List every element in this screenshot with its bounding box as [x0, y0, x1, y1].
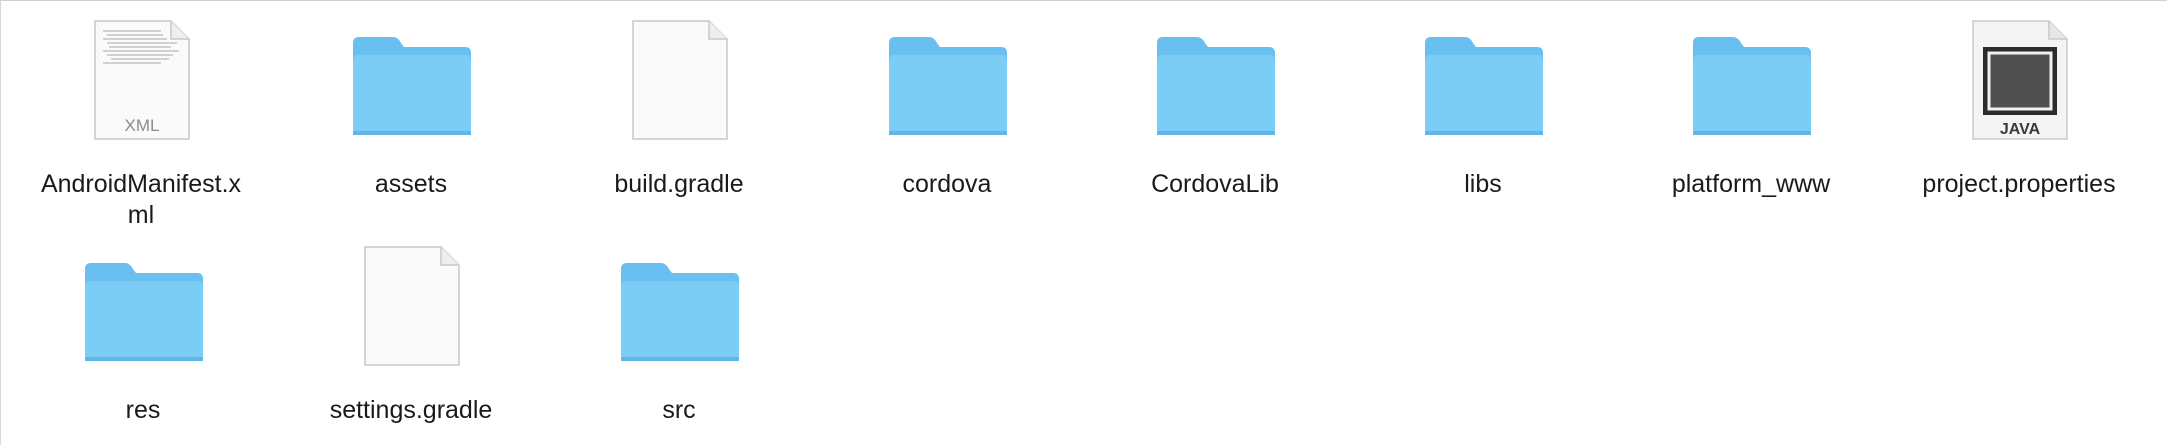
file-label: project.properties	[1922, 170, 2116, 198]
xml-document-icon: XML	[21, 17, 261, 147]
finder-icon-view: XML AndroidManifest.xml assets build.gra…	[0, 0, 2167, 445]
folder-icon	[559, 243, 799, 373]
folder-icon	[1363, 17, 1603, 147]
file-item-libs[interactable]: libs	[1363, 17, 1603, 200]
file-item-platform-www[interactable]: platform_www	[1631, 17, 1871, 200]
file-label: assets	[374, 170, 448, 198]
folder-icon	[291, 17, 531, 147]
file-item-assets[interactable]: assets	[291, 17, 531, 200]
file-label: platform_www	[1671, 170, 1831, 198]
file-label: CordovaLib	[1151, 170, 1279, 198]
file-item-res[interactable]: res	[23, 243, 263, 426]
folder-icon	[1631, 17, 1871, 147]
blank-document-icon	[559, 17, 799, 147]
java-document-icon: JAVA	[1899, 17, 2139, 147]
file-label: cordova	[902, 170, 992, 198]
file-label: build.gradle	[614, 170, 744, 198]
folder-icon	[827, 17, 1067, 147]
file-item-cordovalib[interactable]: CordovaLib	[1095, 17, 1335, 200]
file-item-settings-gradle[interactable]: settings.gradle	[291, 243, 531, 426]
file-item-build-gradle[interactable]: build.gradle	[559, 17, 799, 200]
file-label: src	[662, 396, 696, 424]
file-item-androidmanifest[interactable]: XML AndroidManifest.xml	[21, 17, 261, 231]
blank-document-icon	[291, 243, 531, 373]
file-label: AndroidManifest.xml	[40, 170, 242, 229]
file-item-src[interactable]: src	[559, 243, 799, 426]
file-label: settings.gradle	[329, 396, 493, 424]
file-item-cordova[interactable]: cordova	[827, 17, 1067, 200]
file-label: res	[125, 396, 161, 424]
folder-icon	[23, 243, 263, 373]
svg-text:XML: XML	[125, 116, 160, 135]
file-item-project-properties[interactable]: JAVA project.properties	[1899, 17, 2139, 200]
folder-icon	[1095, 17, 1335, 147]
svg-text:JAVA: JAVA	[2000, 121, 2041, 138]
file-label: libs	[1464, 170, 1502, 198]
